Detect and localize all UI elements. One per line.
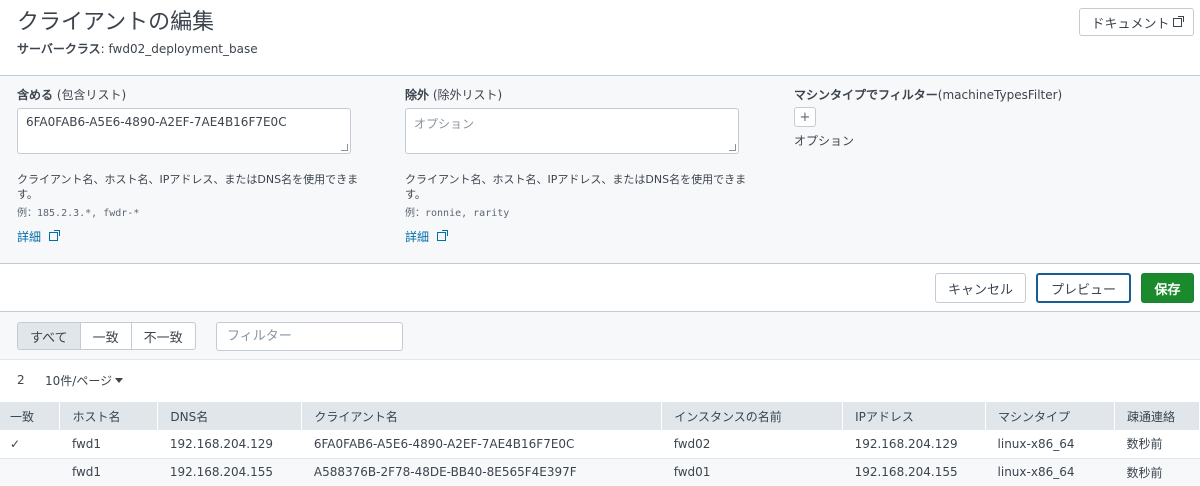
cell-client-name: 6FA0FAB6-A5E6-4890-A2EF-7AE4B16F7E0C [301, 430, 662, 459]
tab-all[interactable]: すべて [18, 323, 81, 349]
external-link-icon [1172, 15, 1184, 27]
filter-section: 含める (包含リスト) 6FA0FAB6-A5E6-4890-A2EF-7AE4… [0, 76, 1200, 264]
match-filter-tabs: すべて 一致 不一致 [17, 322, 196, 350]
cell-client-name: A588376B-2F78-48DE-BB40-8E565F4E397F [301, 458, 662, 486]
include-help-text: クライアント名、ホスト名、IPアドレス、またはDNS名を使用できます。 [17, 173, 359, 201]
server-class-info: サーバークラス: fwd02_deployment_base [17, 40, 258, 57]
exclude-help-text: クライアント名、ホスト名、IPアドレス、またはDNS名を使用できます。 [405, 173, 747, 201]
table-header-row: 一致 ホスト名 DNS名 クライアント名 インスタンスの名前 IPアドレス マシ… [0, 402, 1200, 430]
column-header-machine-type[interactable]: マシンタイプ [985, 402, 1115, 430]
cell-ip: 192.168.204.155 [842, 458, 986, 486]
column-header-hostname[interactable]: ホスト名 [59, 402, 159, 430]
action-bar: キャンセル プレビュー 保存 [0, 264, 1200, 312]
caret-down-icon [115, 378, 124, 383]
exclude-list-placeholder: オプション [414, 117, 475, 131]
page-header: クライアントの編集 サーバークラス: fwd02_deployment_base… [0, 0, 1200, 76]
server-class-value: : fwd02_deployment_base [100, 42, 258, 56]
external-link-icon [437, 230, 449, 241]
exclude-more-link[interactable]: 詳細 [405, 228, 449, 245]
filter-input[interactable] [216, 322, 403, 351]
include-more-link[interactable]: 詳細 [17, 228, 61, 245]
results-summary: 2 10件/ページ [0, 360, 1200, 402]
exclude-label: 除外 (除外リスト) [405, 88, 503, 102]
server-class-label: サーバークラス [17, 42, 101, 56]
table-row: fwd1 192.168.204.155 A588376B-2F78-48DE-… [0, 458, 1200, 486]
preview-button[interactable]: プレビュー [1036, 273, 1131, 303]
machine-type-filter-label: マシンタイプでフィルター(machineTypesFilter) [794, 88, 1063, 102]
resize-handle-icon[interactable] [341, 144, 348, 151]
add-machine-type-button[interactable]: + [794, 107, 816, 127]
cell-instance-name: fwd01 [661, 458, 843, 486]
column-header-phone-home[interactable]: 疎通連絡 [1114, 402, 1200, 430]
tab-unmatched[interactable]: 不一致 [132, 323, 195, 349]
external-link-icon [49, 230, 61, 241]
documentation-button-label: ドキュメント [1091, 16, 1170, 32]
column-header-dns[interactable]: DNS名 [157, 402, 303, 430]
tab-matched[interactable]: 一致 [81, 323, 132, 349]
cell-ip: 192.168.204.129 [842, 430, 986, 459]
cancel-button[interactable]: キャンセル [935, 273, 1026, 303]
table-toolbar: すべて 一致 不一致 [0, 312, 1200, 360]
documentation-button[interactable]: ドキュメント [1079, 8, 1194, 36]
column-header-instance-name[interactable]: インスタンスの名前 [661, 402, 844, 430]
cell-hostname: fwd1 [59, 458, 158, 486]
exclude-example: 例：ronnie, rarity [405, 208, 510, 219]
cell-phone-home: 数秒前 [1114, 430, 1200, 459]
page-title: クライアントの編集 [17, 10, 215, 35]
cell-machine-type: linux-x86_64 [985, 430, 1115, 459]
cell-machine-type: linux-x86_64 [985, 458, 1115, 486]
cell-phone-home: 数秒前 [1114, 458, 1200, 486]
result-count: 2 [17, 373, 25, 387]
cell-dns: 192.168.204.155 [157, 458, 302, 486]
exclude-list-input[interactable]: オプション [405, 108, 739, 154]
match-check-icon: ✓ [0, 430, 60, 459]
match-cell [0, 458, 60, 486]
clients-table: 一致 ホスト名 DNS名 クライアント名 インスタンスの名前 IPアドレス マシ… [0, 402, 1200, 486]
include-list-value: 6FA0FAB6-A5E6-4890-A2EF-7AE4B16F7E0C [26, 115, 287, 129]
include-label: 含める (包含リスト) [17, 88, 127, 102]
cell-instance-name: fwd02 [661, 430, 843, 459]
machine-type-option-label: オプション [794, 134, 855, 148]
include-list-input[interactable]: 6FA0FAB6-A5E6-4890-A2EF-7AE4B16F7E0C [17, 108, 351, 154]
column-header-match[interactable]: 一致 [0, 402, 61, 430]
plus-icon: + [799, 109, 811, 125]
cell-dns: 192.168.204.129 [157, 430, 302, 459]
save-button[interactable]: 保存 [1141, 273, 1194, 303]
column-header-ip[interactable]: IPアドレス [842, 402, 987, 430]
include-example: 例：185.2.3.*, fwdr-* [17, 208, 140, 219]
resize-handle-icon[interactable] [729, 144, 736, 151]
per-page-dropdown[interactable]: 10件/ページ [45, 372, 124, 389]
cell-hostname: fwd1 [59, 430, 158, 459]
column-header-client-name[interactable]: クライアント名 [301, 402, 663, 430]
table-row: ✓ fwd1 192.168.204.129 6FA0FAB6-A5E6-489… [0, 430, 1200, 459]
